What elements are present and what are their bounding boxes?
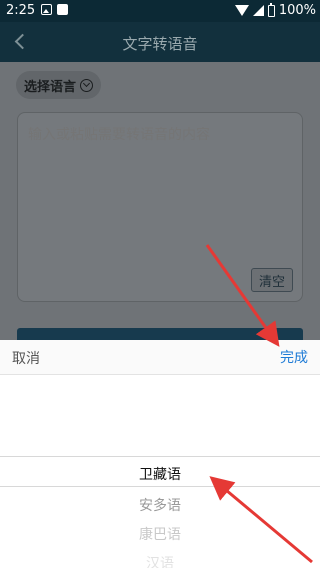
picker-option-selected[interactable]: 卫藏语 bbox=[0, 464, 320, 484]
status-time: 2:25 bbox=[6, 3, 36, 18]
clear-button[interactable]: 清空 bbox=[251, 268, 293, 292]
picker-selection-line-bottom bbox=[0, 486, 320, 487]
picker-toolbar: 取消 完成 bbox=[0, 340, 320, 375]
picker-option[interactable]: 康巴语 bbox=[0, 524, 320, 544]
text-input[interactable] bbox=[28, 127, 294, 143]
notification-icon bbox=[57, 4, 68, 15]
status-icons-right: 100% bbox=[234, 2, 316, 18]
language-select-button[interactable]: 选择语言 bbox=[16, 71, 102, 99]
text-input-area[interactable]: 清空 bbox=[17, 112, 303, 302]
cancel-button[interactable]: 取消 bbox=[12, 348, 40, 368]
picker-selection-line-top bbox=[0, 456, 320, 457]
battery-icon bbox=[267, 2, 275, 17]
battery-level: 100% bbox=[278, 3, 316, 18]
signal-icon bbox=[252, 5, 264, 16]
picker-option[interactable]: 安多语 bbox=[0, 495, 320, 515]
done-button[interactable]: 完成 bbox=[280, 347, 308, 367]
page-title: 文字转语音 bbox=[122, 35, 198, 53]
chevron-down-circle-icon bbox=[80, 78, 94, 92]
title-bar: 文字转语音 bbox=[0, 22, 320, 62]
main-content: 选择语言 清空 bbox=[0, 62, 320, 340]
picker-option[interactable]: 汉语 bbox=[0, 553, 320, 568]
convert-button-edge bbox=[17, 328, 303, 340]
image-icon bbox=[41, 4, 52, 15]
language-picker-sheet: 取消 完成 卫藏语 安多语 康巴语 汉语 bbox=[0, 340, 320, 568]
status-icons-left bbox=[41, 4, 68, 15]
language-select-label: 选择语言 bbox=[24, 79, 77, 95]
status-bar: 2:25 100% bbox=[0, 0, 320, 22]
wifi-icon bbox=[234, 5, 249, 16]
